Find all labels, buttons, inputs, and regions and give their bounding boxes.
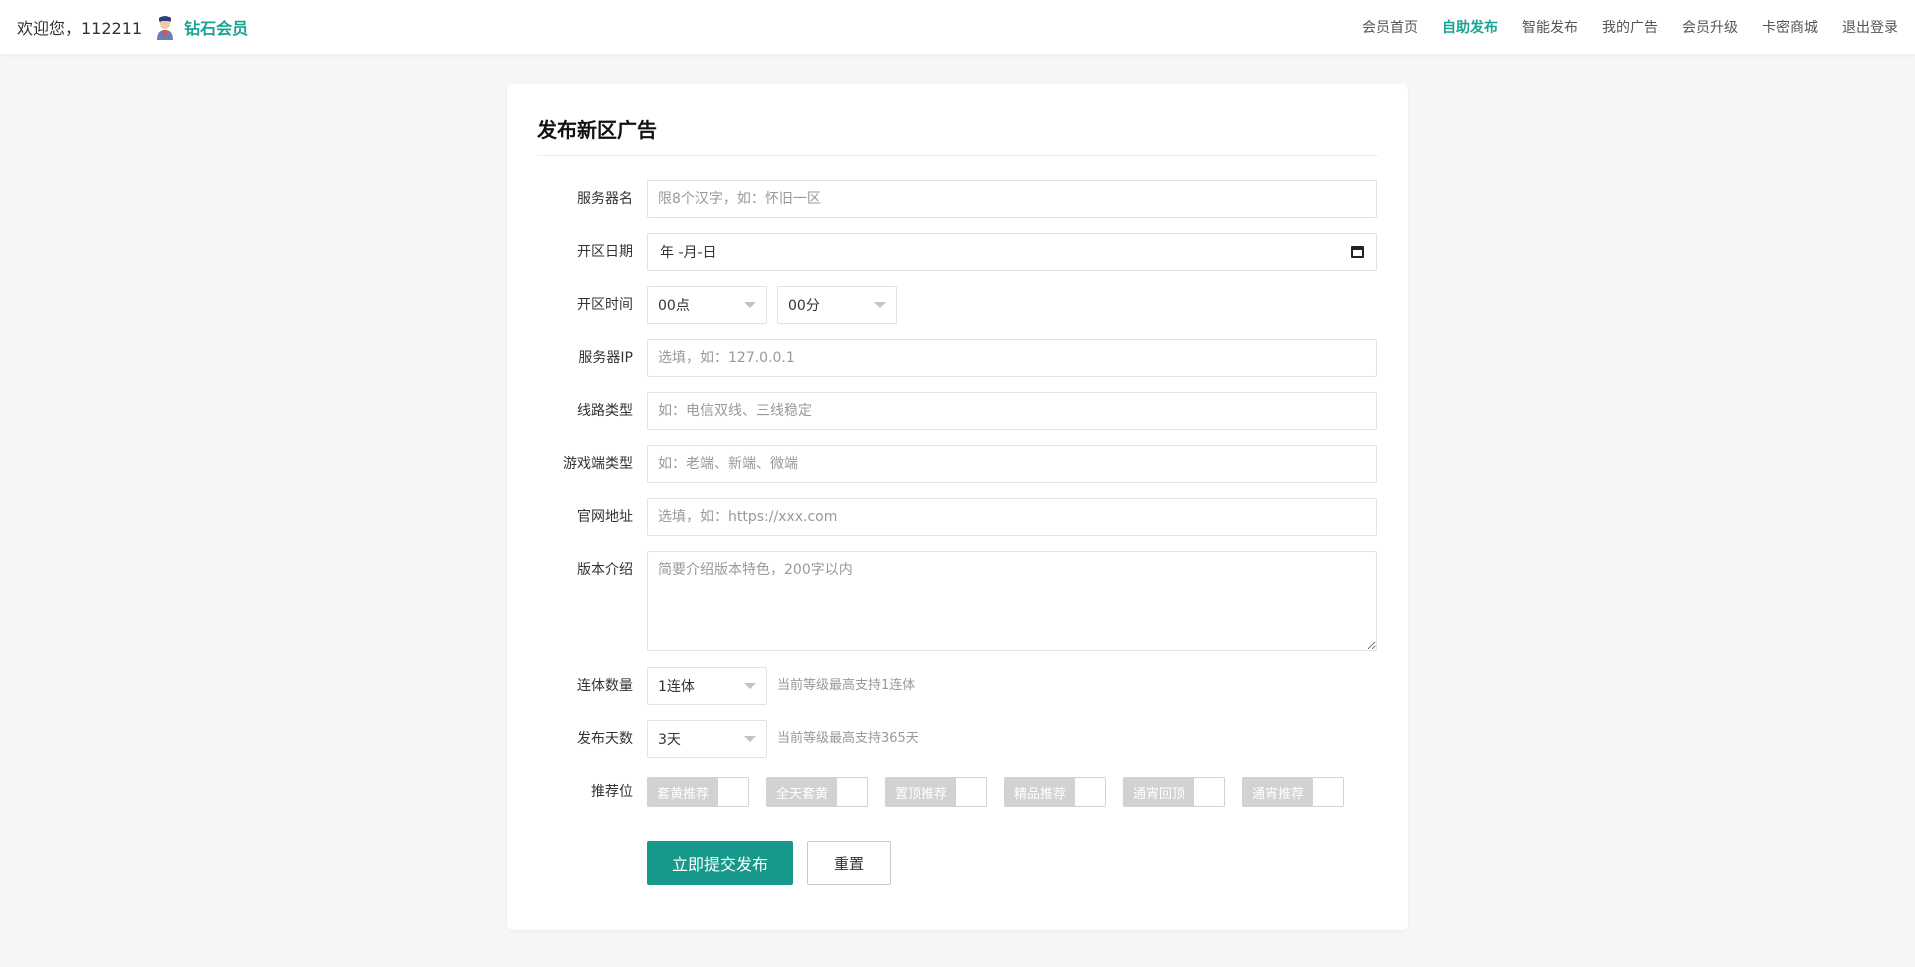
chevron-down-icon <box>744 683 756 689</box>
nav-smart-publish[interactable]: 智能发布 <box>1522 17 1578 37</box>
nav-card-shop[interactable]: 卡密商城 <box>1762 17 1818 37</box>
publish-days-label: 发布天数 <box>577 731 633 747</box>
nav-self-publish[interactable]: 自助发布 <box>1442 17 1498 37</box>
recommend-switch-label: 置顶推荐 <box>886 778 957 806</box>
hour-value: 00点 <box>658 298 690 314</box>
minute-select[interactable]: 00分 <box>777 286 897 324</box>
server-ip-label: 服务器IP <box>578 350 633 366</box>
line-type-input[interactable] <box>647 392 1377 430</box>
client-type-input[interactable] <box>647 445 1377 483</box>
publish-form-card: 发布新区广告 服务器名 开区日期 年 -月-日 开区时间 00点 00分 服务器… <box>507 84 1408 930</box>
chevron-down-icon <box>874 302 886 308</box>
open-date-value: 年 -月-日 <box>660 245 717 261</box>
minute-value: 00分 <box>788 298 820 314</box>
reset-button[interactable]: 重置 <box>807 841 891 885</box>
recommend-switch-label: 全天套黄 <box>767 778 838 806</box>
title-divider <box>537 155 1378 156</box>
hour-select[interactable]: 00点 <box>647 286 767 324</box>
recommend-switch-label: 套黄推荐 <box>648 778 719 806</box>
combo-count-value: 1连体 <box>658 679 695 695</box>
member-level: 钻石会员 <box>184 19 249 38</box>
publish-days-select[interactable]: 3天 <box>647 720 767 758</box>
client-type-label: 游戏端类型 <box>563 456 633 472</box>
top-bar: 欢迎您，112211 钻石会员 会员首页 自助发布 智能发布 我的广告 会员升级… <box>0 0 1915 54</box>
submit-publish-button[interactable]: 立即提交发布 <box>647 841 793 885</box>
open-date-label: 开区日期 <box>577 244 633 260</box>
version-intro-textarea[interactable] <box>647 551 1377 651</box>
recommend-switch-3[interactable]: 置顶推荐 <box>885 777 988 807</box>
recommend-switch-4[interactable]: 精品推荐 <box>1004 777 1107 807</box>
line-type-label: 线路类型 <box>577 403 633 419</box>
website-input[interactable] <box>647 498 1377 536</box>
recommend-switch-label: 精品推荐 <box>1005 778 1076 806</box>
recommend-switch-label: 通宵推荐 <box>1243 778 1314 806</box>
chevron-down-icon <box>744 736 756 742</box>
combo-count-select[interactable]: 1连体 <box>647 667 767 705</box>
person-avatar-icon <box>154 14 176 40</box>
server-name-input[interactable] <box>647 180 1377 218</box>
open-date-input[interactable]: 年 -月-日 <box>647 233 1377 271</box>
switch-toggle-box <box>1075 778 1106 806</box>
top-nav: 会员首页 自助发布 智能发布 我的广告 会员升级 卡密商城 退出登录 <box>1338 17 1898 37</box>
server-ip-input[interactable] <box>647 339 1377 377</box>
version-intro-label: 版本介绍 <box>577 562 633 578</box>
welcome-area: 欢迎您，112211 钻石会员 <box>17 14 248 40</box>
combo-count-label: 连体数量 <box>577 678 633 694</box>
nav-member-upgrade[interactable]: 会员升级 <box>1682 17 1738 37</box>
recommend-label: 推荐位 <box>591 784 633 800</box>
website-label: 官网地址 <box>577 509 633 525</box>
recommend-switch-2[interactable]: 全天套黄 <box>766 777 869 807</box>
recommend-switch-5[interactable]: 通宵回顶 <box>1123 777 1226 807</box>
combo-count-hint: 当前等级最高支持1连体 <box>777 678 916 693</box>
form-title: 发布新区广告 <box>537 118 657 142</box>
recommend-switch-6[interactable]: 通宵推荐 <box>1242 777 1345 807</box>
switch-toggle-box <box>1313 778 1344 806</box>
recommend-switch-label: 通宵回顶 <box>1124 778 1195 806</box>
switch-toggle-box <box>1194 778 1225 806</box>
nav-my-ads[interactable]: 我的广告 <box>1602 17 1658 37</box>
nav-member-home[interactable]: 会员首页 <box>1362 17 1418 37</box>
calendar-icon[interactable] <box>1351 246 1364 258</box>
welcome-text: 欢迎您，112211 <box>17 19 143 38</box>
nav-logout[interactable]: 退出登录 <box>1842 17 1898 37</box>
switch-toggle-box <box>956 778 987 806</box>
switch-toggle-box <box>718 778 749 806</box>
server-name-label: 服务器名 <box>577 191 633 207</box>
open-time-label: 开区时间 <box>577 297 633 313</box>
recommend-switch-1[interactable]: 套黄推荐 <box>647 777 750 807</box>
switch-toggle-box <box>837 778 868 806</box>
publish-days-hint: 当前等级最高支持365天 <box>777 731 919 746</box>
publish-days-value: 3天 <box>658 732 681 748</box>
chevron-down-icon <box>744 302 756 308</box>
